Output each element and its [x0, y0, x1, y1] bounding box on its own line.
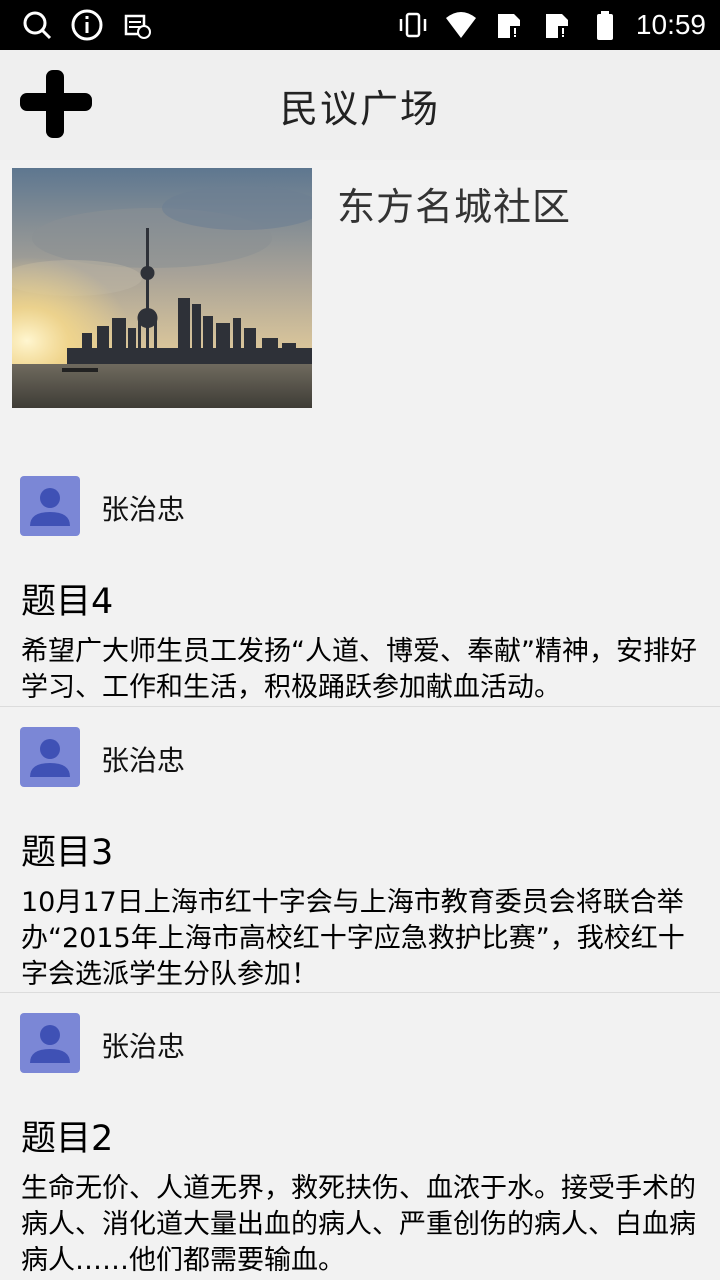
vibrate-icon	[399, 12, 427, 38]
community-card[interactable]: 东方名城社区	[0, 160, 720, 460]
clock: 10:59	[635, 9, 706, 40]
calendar-clock-icon	[124, 14, 151, 39]
post-title: 题目4	[21, 582, 114, 622]
post-title: 题目2	[21, 1119, 114, 1159]
city-skyline-photo	[12, 168, 312, 408]
page-title: 民议广场	[279, 87, 440, 131]
community-name: 东方名城社区	[337, 185, 572, 229]
avatar[interactable]	[20, 727, 80, 787]
post-content: 10月17日上海市红十字会与上海市教育委员会将联合举办“2015年上海市高校红十…	[21, 887, 685, 990]
post-author: 张治忠	[101, 744, 186, 777]
post-author: 张治忠	[101, 493, 186, 526]
status-bar: 10:59	[0, 0, 720, 50]
avatar[interactable]	[20, 1013, 80, 1073]
wifi-icon	[445, 12, 476, 38]
person-icon	[30, 1025, 70, 1063]
post-item[interactable]: 张治忠 题目4 希望广大师生员工发扬“人道、博爱、奉献”精神，安排好学习、工作和…	[0, 460, 720, 707]
sim-card-icon-2	[545, 14, 568, 38]
post-author: 张治忠	[101, 1030, 186, 1063]
search-icon	[23, 11, 52, 40]
person-icon	[30, 488, 70, 526]
post-title: 题目3	[21, 833, 114, 873]
sim-card-icon	[497, 14, 520, 38]
avatar[interactable]	[20, 476, 80, 536]
info-icon	[71, 9, 103, 41]
post-content: 希望广大师生员工发扬“人道、博爱、奉献”精神，安排好学习、工作和生活，积极踊跃参…	[21, 636, 697, 703]
post-content: 生命无价、人道无界，救死扶伤、血浓于水。接受手术的病人、消化道大量出血的病人、严…	[21, 1173, 696, 1276]
post-item[interactable]: 张治忠 题目3 10月17日上海市红十字会与上海市教育委员会将联合举办“2015…	[0, 707, 720, 992]
battery-icon	[596, 11, 613, 40]
person-icon	[30, 739, 70, 777]
app-header: 民议广场	[0, 50, 720, 160]
post-item[interactable]: 张治忠 题目2 生命无价、人道无界，救死扶伤、血浓于水。接受手术的病人、消化道大…	[0, 993, 720, 1280]
